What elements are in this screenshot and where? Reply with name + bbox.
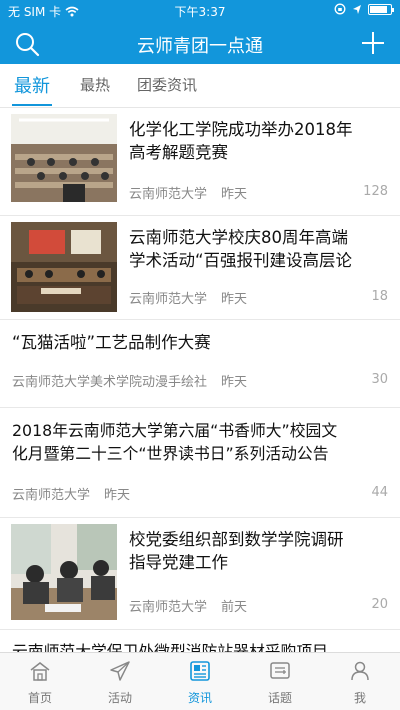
news-thumbnail bbox=[11, 222, 117, 312]
add-icon[interactable] bbox=[360, 30, 386, 56]
news-thumbnail bbox=[11, 114, 117, 202]
home-icon bbox=[30, 662, 50, 681]
news-source: 云南师范大学 bbox=[129, 187, 208, 202]
tab-hot[interactable]: 最热 bbox=[80, 74, 110, 95]
tab-bar-topic[interactable]: 话题 bbox=[240, 653, 320, 710]
paper-plane-icon bbox=[110, 661, 130, 681]
news-time: 昨天 bbox=[221, 292, 248, 307]
news-list: 化学化工学院成功举办2018年 高考解题竞赛 云南师范大学 昨天 128 云南师范… bbox=[0, 108, 400, 652]
tab-bar-label: 首页 bbox=[27, 691, 52, 705]
tab-bar-label: 话题 bbox=[267, 691, 292, 705]
active-tab-indicator bbox=[12, 104, 52, 106]
news-item[interactable]: 云南师范大学校庆80周年高端 学术活动“百强报刊建设高层论 云南师范大学 昨天 1… bbox=[0, 216, 400, 320]
news-meta: 云南师范大学美术学院动漫手绘社 昨天 bbox=[12, 371, 247, 390]
news-meta: 云南师范大学 昨天 bbox=[129, 288, 247, 307]
news-source: 云南师范大学美术学院动漫手绘社 bbox=[12, 375, 208, 390]
tab-bar-activity[interactable]: 活动 bbox=[80, 653, 160, 710]
tab-bar-news[interactable]: 资讯 bbox=[160, 653, 240, 710]
app-header: 云师青团一点通 bbox=[0, 22, 400, 64]
tab-bar-home[interactable]: 首页 bbox=[0, 653, 80, 710]
news-item[interactable]: 化学化工学院成功举办2018年 高考解题竞赛 云南师范大学 昨天 128 bbox=[0, 108, 400, 216]
news-title: 2018年云南师范大学第六届“书香师大”校园文 化月暨第二十三个“世界读书日”系… bbox=[12, 421, 338, 463]
news-source: 云南师范大学 bbox=[129, 292, 208, 307]
news-title: 云南师范大学保卫处微型消防站器材采购项目 bbox=[12, 642, 328, 652]
news-meta: 云南师范大学 昨天 bbox=[129, 183, 247, 202]
news-thumbnail bbox=[11, 524, 117, 620]
news-time: 昨天 bbox=[221, 375, 248, 390]
tab-bar-me[interactable]: 我 bbox=[320, 653, 400, 710]
news-icon bbox=[190, 661, 210, 681]
battery-level bbox=[370, 5, 387, 13]
news-meta: 云南师范大学 前天 bbox=[129, 596, 247, 615]
news-source: 云南师范大学 bbox=[12, 488, 91, 503]
bottom-tab-bar: 首页 活动 资讯 话题 我 bbox=[0, 652, 400, 710]
view-count: 44 bbox=[371, 485, 388, 500]
news-item[interactable]: 云南师范大学保卫处微型消防站器材采购项目 bbox=[0, 630, 400, 652]
page-title: 云师青团一点通 bbox=[137, 36, 263, 57]
view-count: 20 bbox=[371, 597, 388, 612]
news-title: “瓦猫活啦”工艺品制作大赛 bbox=[12, 333, 211, 352]
news-item[interactable]: “瓦猫活啦”工艺品制作大赛 云南师范大学美术学院动漫手绘社 昨天 30 bbox=[0, 320, 400, 408]
news-item[interactable]: 2018年云南师范大学第六届“书香师大”校园文 化月暨第二十三个“世界读书日”系… bbox=[0, 408, 400, 518]
orientation-lock-icon bbox=[334, 3, 346, 15]
news-meta: 云南师范大学 昨天 bbox=[12, 484, 130, 503]
news-title: 化学化工学院成功举办2018年 高考解题竞赛 bbox=[129, 120, 353, 162]
news-item[interactable]: 校党委组织部到数学学院调研 指导党建工作 云南师范大学 前天 20 bbox=[0, 518, 400, 630]
news-time: 前天 bbox=[221, 600, 248, 615]
tab-bar-label: 资讯 bbox=[187, 691, 212, 705]
battery-icon bbox=[368, 3, 394, 15]
view-count: 18 bbox=[371, 289, 388, 304]
news-title: 校党委组织部到数学学院调研 指导党建工作 bbox=[129, 530, 344, 572]
tab-latest[interactable]: 最新 bbox=[14, 72, 50, 98]
news-title: 云南师范大学校庆80周年高端 学术活动“百强报刊建设高层论 bbox=[129, 228, 353, 270]
news-time: 昨天 bbox=[104, 488, 131, 503]
person-icon bbox=[351, 661, 369, 681]
category-tabs: 最新 最热 团委资讯 bbox=[0, 64, 400, 108]
topic-icon bbox=[270, 662, 290, 679]
location-icon bbox=[353, 4, 361, 14]
tab-league-news[interactable]: 团委资讯 bbox=[137, 74, 197, 95]
view-count: 128 bbox=[363, 184, 388, 199]
status-right bbox=[334, 3, 394, 15]
status-bar: 无 SIM 卡 下午3:37 bbox=[0, 0, 400, 22]
tab-bar-label: 活动 bbox=[107, 691, 132, 705]
news-time: 昨天 bbox=[221, 187, 248, 202]
tab-bar-label: 我 bbox=[353, 691, 366, 705]
view-count: 30 bbox=[371, 372, 388, 387]
news-source: 云南师范大学 bbox=[129, 600, 208, 615]
